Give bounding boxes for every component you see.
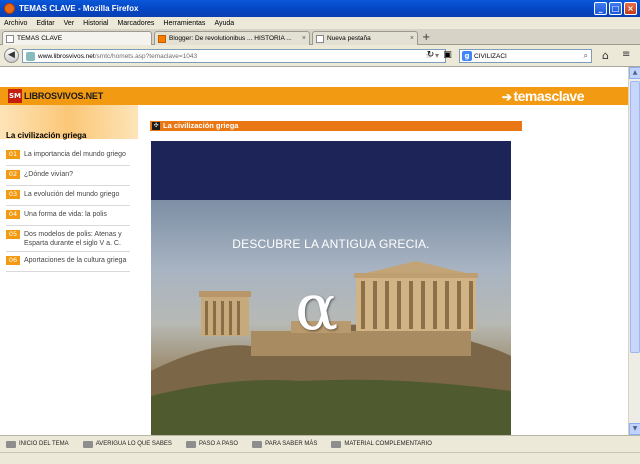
- address-bar[interactable]: www.librosvivos.net/smtc/homets.asp?tema…: [22, 49, 446, 63]
- menu-archivo[interactable]: Archivo: [4, 20, 27, 27]
- vertical-scrollbar[interactable]: ▲ ▼: [628, 67, 640, 435]
- alpha-symbol: α: [295, 271, 339, 345]
- temasclave-logo[interactable]: ➔ temasclave: [501, 88, 585, 104]
- tab-bar: TEMAS CLAVE Blogger: De revolutionibus .…: [0, 29, 640, 45]
- site-identity-icon[interactable]: [26, 51, 35, 61]
- sidebar-item-04[interactable]: 04 Una forma de vida: la polis: [6, 206, 130, 226]
- google-icon[interactable]: g: [462, 51, 472, 61]
- address-url: www.librosvivos.net/smtc/homets.asp?tema…: [38, 52, 198, 60]
- firefox-icon: [4, 3, 15, 14]
- menu-editar[interactable]: Editar: [36, 20, 54, 27]
- tab-label: TEMAS CLAVE: [17, 35, 63, 42]
- arrow-icon: ➔: [501, 90, 512, 104]
- book-icon: [252, 440, 263, 448]
- site-header: SM LIBROSVIVOS.NET ➔ temasclave: [0, 87, 628, 105]
- librosvivos-logo[interactable]: SM LIBROSVIVOS.NET: [8, 88, 103, 104]
- status-bar: [0, 452, 640, 464]
- section-title-bar: ✣ La civilización griega: [150, 121, 522, 131]
- window-title: TEMAS CLAVE - Mozilla Firefox: [19, 4, 139, 13]
- tab-label: Nueva pestaña: [327, 35, 371, 42]
- new-tab-button[interactable]: +: [422, 32, 430, 43]
- search-icon[interactable]: ⌕: [584, 51, 588, 61]
- home-icon: [6, 440, 16, 448]
- hero-heading: DESCUBRE LA ANTIGUA GRECIA.: [232, 237, 430, 251]
- menu-herramientas[interactable]: Herramientas: [163, 20, 205, 27]
- page-icon: [316, 34, 324, 43]
- section-icon: ✣: [152, 122, 160, 130]
- tab-label: Blogger: De revolutionibus ... HISTORIA …: [169, 35, 292, 42]
- home-icon[interactable]: ⌂: [602, 49, 609, 62]
- menu-bar: Archivo Editar Ver Historial Marcadores …: [0, 17, 640, 29]
- sidebar-title: La civilización griega: [6, 131, 87, 140]
- tab-temas-clave[interactable]: TEMAS CLAVE: [2, 31, 152, 45]
- sidebar-list: 01 La importancia del mundo griego 02 ¿D…: [6, 146, 130, 272]
- inicio-del-tema-button[interactable]: INICIO DEL TEMA: [6, 440, 69, 448]
- reload-icon[interactable]: ↻: [424, 49, 437, 62]
- back-button[interactable]: ◀: [4, 48, 19, 63]
- sidebar-item-01[interactable]: 01 La importancia del mundo griego: [6, 146, 130, 166]
- sidebar-item-06[interactable]: 06 Aportaciones de la cultura griega: [6, 252, 130, 272]
- bottom-toolbar: INICIO DEL TEMA AVERIGUA LO QUE SABES PA…: [0, 435, 640, 452]
- blogger-icon: [158, 34, 166, 43]
- sidebar: La civilización griega 01 La importancia…: [0, 105, 138, 435]
- hero-image-acropolis[interactable]: DESCUBRE LA ANTIGUA GRECIA. α: [151, 141, 511, 435]
- search-box[interactable]: g ⌕: [459, 49, 592, 63]
- close-tab-icon[interactable]: ×: [302, 35, 306, 42]
- page-icon: [6, 34, 14, 43]
- steps-icon: [185, 440, 196, 448]
- tab-blogger[interactable]: Blogger: De revolutionibus ... HISTORIA …: [154, 31, 310, 45]
- para-saber-mas-button[interactable]: PARA SABER MÁS: [252, 440, 317, 448]
- maximize-button[interactable]: □: [609, 2, 622, 15]
- tools-icon[interactable]: ≡: [622, 49, 630, 60]
- averigua-button[interactable]: AVERIGUA LO QUE SABES: [82, 440, 172, 448]
- sidebar-item-03[interactable]: 03 La evolución del mundo griego: [6, 186, 130, 206]
- sidebar-item-02[interactable]: 02 ¿Dónde vivían?: [6, 166, 130, 186]
- search-input[interactable]: [474, 52, 564, 60]
- scroll-down-icon[interactable]: ▼: [629, 423, 640, 435]
- minimize-button[interactable]: _: [594, 2, 607, 15]
- paso-a-paso-button[interactable]: PASO A PASO: [185, 440, 238, 448]
- close-window-button[interactable]: ×: [624, 2, 637, 15]
- menu-historial[interactable]: Historial: [83, 20, 108, 27]
- menu-ver[interactable]: Ver: [64, 20, 75, 27]
- pencil-icon: [82, 440, 93, 448]
- menu-marcadores[interactable]: Marcadores: [117, 20, 154, 27]
- extension-icon[interactable]: ▣: [441, 49, 454, 62]
- material-complementario-button[interactable]: MATERIAL COMPLEMENTARIO: [331, 440, 432, 448]
- tab-nueva-pestana[interactable]: Nueva pestaña ×: [312, 31, 418, 45]
- window-titlebar: TEMAS CLAVE - Mozilla Firefox _ □ ×: [0, 0, 640, 17]
- navigation-bar: ◀ www.librosvivos.net/smtc/homets.asp?te…: [0, 45, 640, 67]
- scroll-up-icon[interactable]: ▲: [629, 67, 640, 79]
- scrollbar-thumb[interactable]: [630, 81, 640, 353]
- section-title: La civilización griega: [163, 121, 239, 130]
- close-tab-icon[interactable]: ×: [410, 35, 414, 42]
- menu-ayuda[interactable]: Ayuda: [214, 20, 234, 27]
- folder-icon: [331, 440, 342, 448]
- page-content: SM LIBROSVIVOS.NET ➔ temasclave La civili…: [0, 67, 640, 435]
- sidebar-item-05[interactable]: 05 Dos modelos de polis: Atenas y Espart…: [6, 226, 130, 252]
